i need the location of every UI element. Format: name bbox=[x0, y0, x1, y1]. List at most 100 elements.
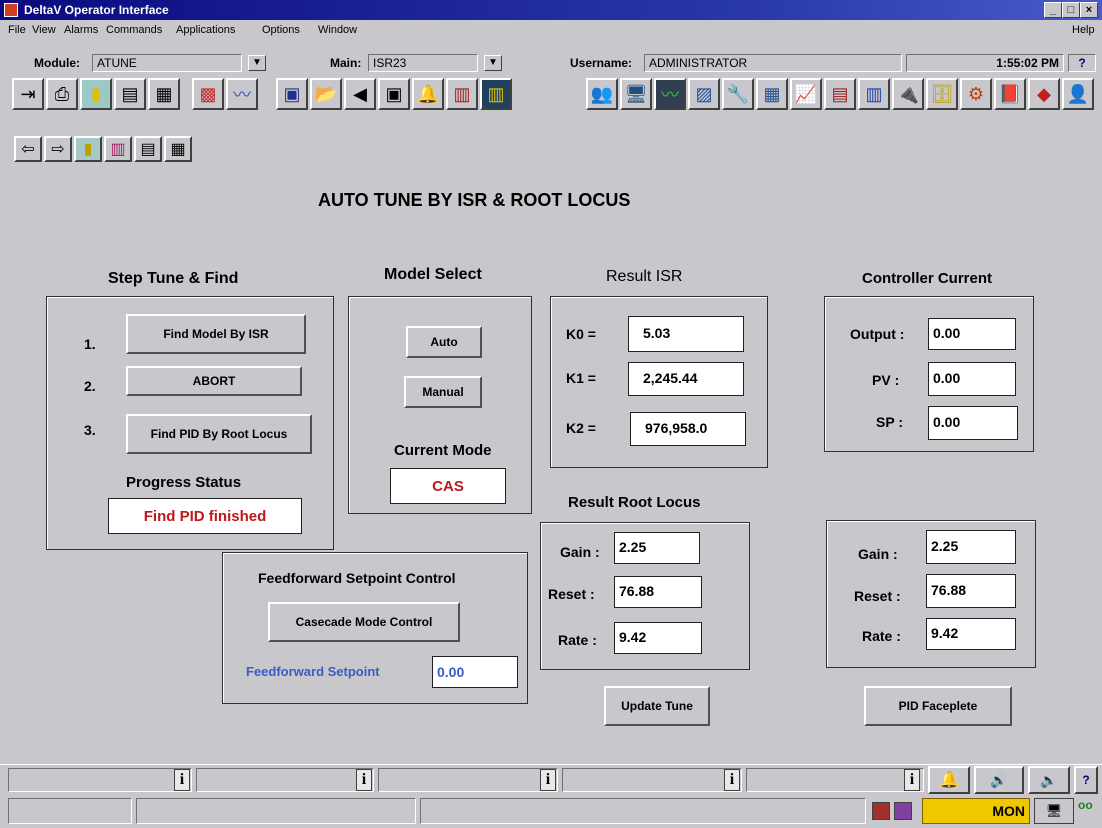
feedforward-heading: Feedforward Setpoint Control bbox=[258, 570, 456, 586]
result-isr-heading: Result ISR bbox=[606, 268, 683, 285]
exit-icon[interactable]: ⇥ bbox=[12, 78, 44, 110]
window-title: DeltaV Operator Interface bbox=[24, 3, 169, 17]
info-icon[interactable]: i bbox=[174, 769, 190, 791]
minimize-button[interactable]: _ bbox=[1044, 2, 1062, 18]
pv-label: PV : bbox=[872, 372, 900, 388]
info-icon[interactable]: i bbox=[356, 769, 372, 791]
progress-status-label: Progress Status bbox=[126, 474, 242, 491]
menu-file[interactable]: File bbox=[8, 24, 26, 36]
update-tune-button[interactable]: Update Tune bbox=[604, 686, 710, 726]
abort-button[interactable]: ABORT bbox=[126, 366, 302, 396]
graphics-icon[interactable]: ▦ bbox=[756, 78, 788, 110]
clock-field: 1:55:02 PM bbox=[906, 54, 1064, 72]
history-icon[interactable]: ▤ bbox=[824, 78, 856, 110]
status-cell-3 bbox=[378, 768, 558, 792]
database-icon[interactable]: 🗄 bbox=[926, 78, 958, 110]
nav-detail-icon[interactable]: ▤ bbox=[134, 136, 162, 162]
rl-reset-value: 76.88 bbox=[614, 576, 702, 608]
nav-list-icon[interactable]: ▦ bbox=[164, 136, 192, 162]
module-field[interactable]: ATUNE bbox=[92, 54, 242, 72]
alarm-horn-icon[interactable]: 🔔 bbox=[928, 766, 970, 794]
pid-faceplate-button[interactable]: PID Faceplete bbox=[864, 686, 1012, 726]
feedforward-setpoint-label: Feedforward Setpoint bbox=[246, 664, 380, 679]
status-cell-5 bbox=[746, 768, 924, 792]
rl-rate-value: 9.42 bbox=[614, 622, 702, 654]
nav-back-icon[interactable]: ⇦ bbox=[14, 136, 42, 162]
toolbar-help-button[interactable]: ? bbox=[1068, 54, 1096, 72]
manual-button[interactable]: Manual bbox=[404, 376, 482, 408]
nav-faceplate-icon[interactable]: ▥ bbox=[104, 136, 132, 162]
network-icon[interactable]: ⚙ bbox=[960, 78, 992, 110]
display-list-icon[interactable]: ▤ bbox=[114, 78, 146, 110]
auto-button[interactable]: Auto bbox=[406, 326, 482, 358]
close-button[interactable]: × bbox=[1080, 2, 1098, 18]
menu-view[interactable]: View bbox=[32, 24, 56, 36]
workstation-icon: 🖥 bbox=[1034, 798, 1074, 824]
controller-current-heading: Controller Current bbox=[862, 270, 993, 287]
info-icon[interactable]: i bbox=[904, 769, 920, 791]
status-cell-4 bbox=[562, 768, 742, 792]
k1-label: K1 = bbox=[566, 370, 596, 386]
module-detail-icon[interactable]: ▮ bbox=[80, 78, 112, 110]
waveform-icon[interactable]: 〰 bbox=[654, 78, 686, 110]
bargraph-icon[interactable]: ▥ bbox=[858, 78, 890, 110]
page-title: AUTO TUNE BY ISR & ROOT LOCUS bbox=[318, 190, 631, 210]
step3-number: 3. bbox=[84, 422, 96, 438]
open-folder-icon[interactable]: 📂 bbox=[310, 78, 342, 110]
find-pid-root-locus-button[interactable]: Find PID By Root Locus bbox=[126, 414, 312, 454]
back-arrow-icon[interactable]: ◀ bbox=[344, 78, 376, 110]
menu-applications[interactable]: Applications bbox=[176, 24, 235, 36]
menu-window[interactable]: Window bbox=[318, 24, 357, 36]
info-icon[interactable]: i bbox=[724, 769, 740, 791]
status-help-button[interactable]: ? bbox=[1074, 766, 1098, 794]
help-person-icon[interactable]: 👤 bbox=[1062, 78, 1094, 110]
lock-status-icon bbox=[872, 802, 890, 820]
step2-number: 2. bbox=[84, 378, 96, 394]
feedforward-setpoint-input[interactable]: 0.00 bbox=[432, 656, 518, 688]
monitor-icon[interactable]: 🖥 bbox=[620, 78, 652, 110]
cascade-mode-button[interactable]: Casecade Mode Control bbox=[268, 602, 460, 642]
nav-module-icon[interactable]: ▮ bbox=[74, 136, 102, 162]
menu-help[interactable]: Help bbox=[1072, 24, 1095, 36]
print-icon[interactable]: ⎙ bbox=[46, 78, 78, 110]
window-layout-icon[interactable]: ▣ bbox=[276, 78, 308, 110]
ct-reset-value: 76.88 bbox=[926, 574, 1016, 608]
diagnostics-icon[interactable]: ▨ bbox=[688, 78, 720, 110]
maximize-button[interactable]: □ bbox=[1062, 2, 1080, 18]
ct-gain-label: Gain : bbox=[858, 546, 898, 562]
users-icon[interactable]: 👥 bbox=[586, 78, 618, 110]
io-icon[interactable]: 🔌 bbox=[892, 78, 924, 110]
tools-icon[interactable]: 🔧 bbox=[722, 78, 754, 110]
status-cell-8 bbox=[420, 798, 866, 824]
menu-commands[interactable]: Commands bbox=[106, 24, 162, 36]
find-model-isr-button[interactable]: Find Model By ISR bbox=[126, 314, 306, 354]
title-bar: DeltaV Operator Interface _ □ × bbox=[0, 0, 1102, 20]
nav-forward-icon[interactable]: ⇨ bbox=[44, 136, 72, 162]
status-dots: oo bbox=[1078, 798, 1093, 812]
speaker-mute-icon[interactable]: 🔈 bbox=[1028, 766, 1070, 794]
frame-icon[interactable]: ▣ bbox=[378, 78, 410, 110]
info-icon[interactable]: i bbox=[540, 769, 556, 791]
username-label: Username: bbox=[570, 56, 633, 70]
alarm-banner-icon[interactable]: ▥ bbox=[480, 78, 512, 110]
faceplate-icon[interactable]: ▦ bbox=[148, 78, 180, 110]
username-field: ADMINISTRATOR bbox=[644, 54, 902, 72]
alarm-list-icon[interactable]: ▥ bbox=[446, 78, 478, 110]
menu-alarms[interactable]: Alarms bbox=[64, 24, 98, 36]
color-grid-icon[interactable]: ▩ bbox=[192, 78, 224, 110]
chart-icon[interactable]: 📈 bbox=[790, 78, 822, 110]
module-dropdown-icon[interactable]: ▼ bbox=[248, 55, 266, 71]
k0-label: K0 = bbox=[566, 326, 596, 342]
current-mode-label: Current Mode bbox=[394, 442, 492, 459]
book-icon[interactable]: 📕 bbox=[994, 78, 1026, 110]
status-cell-6 bbox=[8, 798, 132, 824]
speaker-icon[interactable]: 🔊 bbox=[974, 766, 1024, 794]
main-dropdown-icon[interactable]: ▼ bbox=[484, 55, 502, 71]
tag-icon[interactable]: ◆ bbox=[1028, 78, 1060, 110]
trend-icon[interactable]: 〰 bbox=[226, 78, 258, 110]
progress-status-value: Find PID finished bbox=[108, 498, 302, 534]
menu-options[interactable]: Options bbox=[262, 24, 300, 36]
model-select-heading: Model Select bbox=[384, 266, 482, 283]
main-field[interactable]: ISR23 bbox=[368, 54, 478, 72]
alarm-bell-icon[interactable]: 🔔 bbox=[412, 78, 444, 110]
